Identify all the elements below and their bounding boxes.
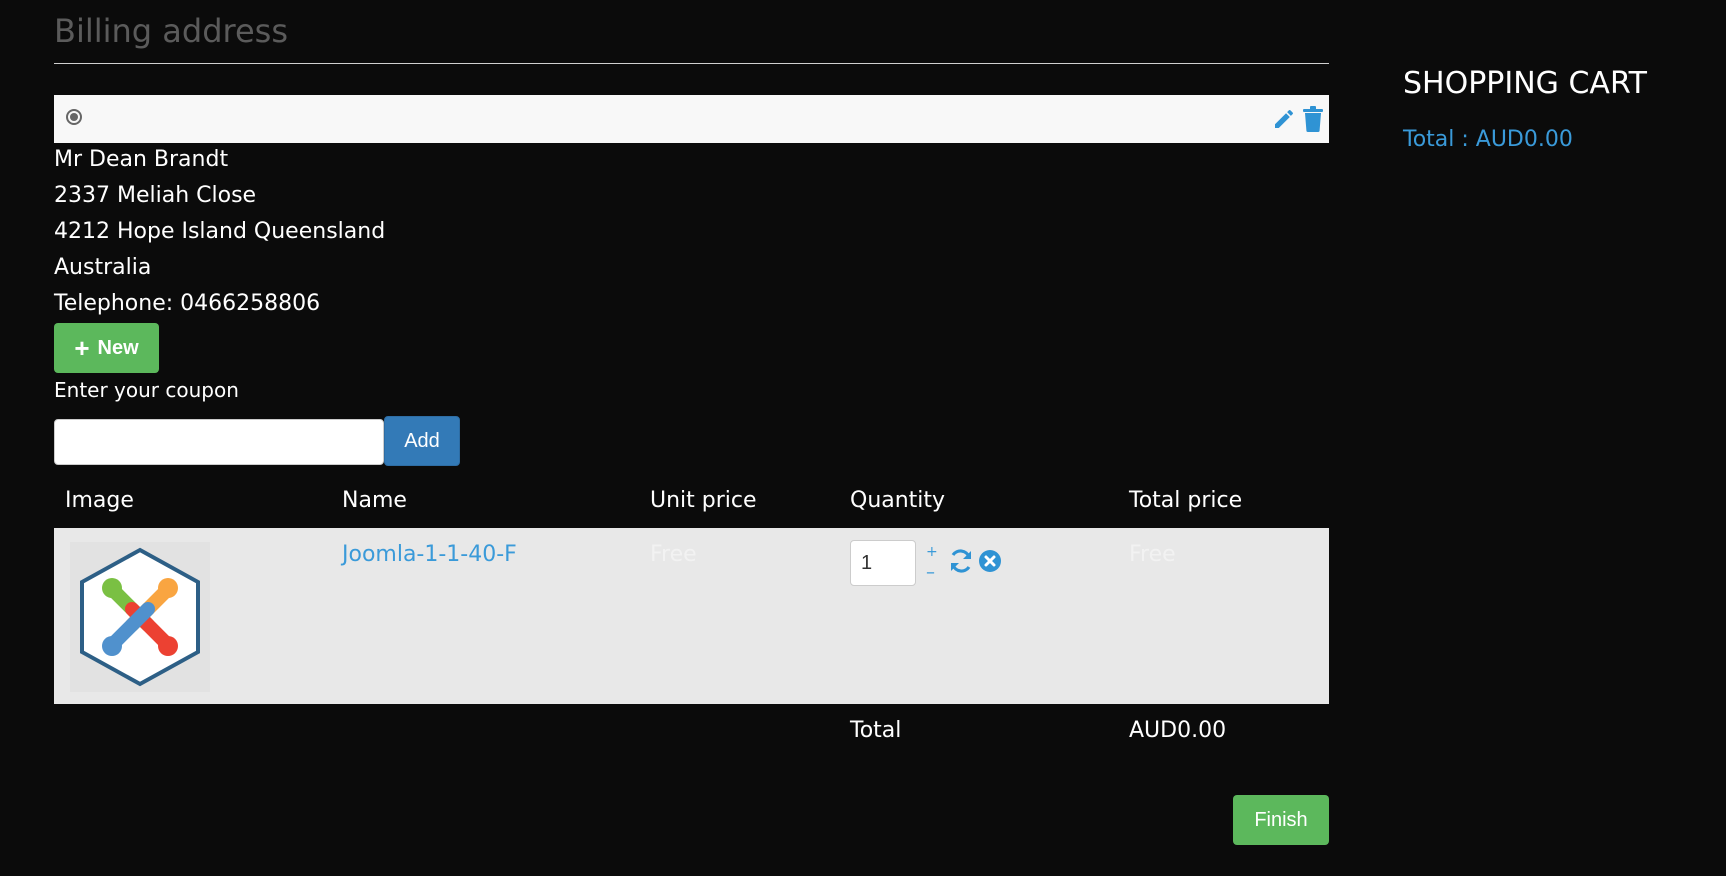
checkout-page: Billing address Mr Dean Brandt 2337 Meli… [0,0,1726,876]
header-image: Image [65,488,134,513]
plus-icon: + [74,333,90,363]
address-select-bar [54,95,1329,143]
table-row: Joomla-1-1-40-F Free + – Free [54,528,1329,704]
address-radio[interactable] [66,109,82,125]
address-country: Australia [54,255,152,280]
add-coupon-button[interactable]: Add [384,416,460,466]
total-value: AUD0.00 [1129,718,1227,743]
header-total-price: Total price [1129,488,1243,513]
product-name-link[interactable]: Joomla-1-1-40-F [342,542,517,567]
header-quantity: Quantity [850,488,946,513]
shopping-cart-title: SHOPPING CART [1403,66,1647,101]
unit-price: Free [650,542,697,567]
address-street: 2337 Meliah Close [54,183,257,208]
row-total-price: Free [1129,542,1176,567]
shopping-cart-total[interactable]: Total : AUD0.00 [1403,127,1573,152]
billing-divider [54,63,1329,64]
new-address-button[interactable]: + New [54,323,159,373]
joomla-logo-icon [70,542,210,692]
billing-title: Billing address [54,12,288,50]
quantity-increase[interactable]: + [926,544,938,560]
header-unit-price: Unit price [650,488,757,513]
remove-icon[interactable] [978,549,1002,573]
coupon-input[interactable] [54,419,384,465]
new-button-label: New [97,336,139,359]
total-label: Total [850,718,902,743]
quantity-decrease[interactable]: – [926,562,935,583]
coupon-label: Enter your coupon [54,378,239,402]
address-telephone: Telephone: 0466258806 [54,291,321,316]
pencil-icon[interactable] [1272,107,1296,131]
header-name: Name [342,488,407,513]
quantity-input[interactable] [850,540,916,586]
address-city: 4212 Hope Island Queensland [54,219,386,244]
trash-icon[interactable] [1302,106,1324,132]
address-name: Mr Dean Brandt [54,147,229,172]
finish-button[interactable]: Finish [1233,795,1329,845]
refresh-icon[interactable] [948,548,974,574]
